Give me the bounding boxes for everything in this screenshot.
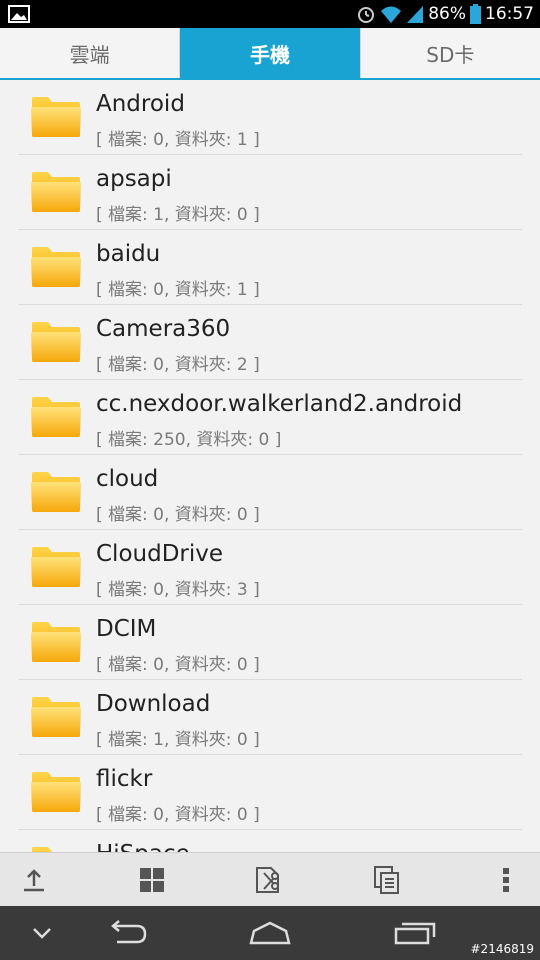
back-icon[interactable]	[104, 918, 148, 948]
list-item[interactable]: cloud [ 檔案: 0, 資料夾: 0 ]	[18, 455, 522, 530]
folder-name: Camera360	[96, 316, 231, 342]
folder-icon	[30, 320, 82, 364]
wifi-icon	[381, 6, 402, 23]
folder-icon	[30, 170, 82, 214]
clock: 16:57	[485, 4, 534, 24]
list-item[interactable]: CloudDrive [ 檔案: 0, 資料夾: 3 ]	[18, 530, 522, 605]
watermark: #2146819	[470, 942, 535, 956]
folder-meta: [ 檔案: 0, 資料夾: 0 ]	[96, 805, 260, 825]
folder-meta: [ 檔案: 0, 資料夾: 0 ]	[96, 655, 260, 675]
system-nav-bar: #2146819	[0, 906, 540, 960]
folder-meta: [ 檔案: 250, 資料夾: 0 ]	[96, 430, 282, 450]
list-item[interactable]: HiSpace	[18, 830, 522, 852]
tab-cloud[interactable]: 雲端	[0, 28, 181, 78]
folder-icon	[30, 770, 82, 814]
folder-meta: [ 檔案: 0, 資料夾: 3 ]	[96, 580, 260, 600]
folder-meta: [ 檔案: 0, 資料夾: 1 ]	[96, 130, 260, 150]
folder-name: CloudDrive	[96, 541, 224, 567]
list-item[interactable]: apsapi [ 檔案: 1, 資料夾: 0 ]	[18, 155, 522, 230]
alarm-icon	[358, 7, 375, 23]
folder-icon	[30, 695, 82, 739]
folder-name: Download	[96, 691, 211, 717]
folder-meta: [ 檔案: 1, 資料夾: 0 ]	[96, 730, 260, 750]
hide-keyboard-icon[interactable]	[28, 918, 56, 948]
list-item[interactable]: flickr [ 檔案: 0, 資料夾: 0 ]	[18, 755, 522, 830]
home-icon[interactable]	[248, 918, 292, 948]
folder-icon	[30, 395, 82, 439]
list-item[interactable]: cc.nexdoor.walkerland2.android [ 檔案: 250,…	[18, 380, 522, 455]
cut-icon[interactable]	[254, 865, 284, 895]
folder-name: cc.nexdoor.walkerland2.android	[96, 391, 463, 417]
folder-name: Android	[96, 91, 185, 117]
grid-icon[interactable]	[137, 865, 167, 895]
folder-name: DCIM	[96, 616, 157, 642]
action-toolbar	[0, 852, 540, 906]
storage-tabs: 雲端 手機 SD卡	[0, 28, 540, 80]
folder-name: flickr	[96, 766, 153, 792]
copy-icon[interactable]	[372, 865, 402, 895]
signal-icon	[407, 6, 424, 23]
list-item[interactable]: DCIM [ 檔案: 0, 資料夾: 0 ]	[18, 605, 522, 680]
tab-phone[interactable]: 手機	[180, 28, 361, 78]
status-bar: 86% 16:57	[0, 0, 540, 28]
folder-meta: [ 檔案: 0, 資料夾: 1 ]	[96, 280, 260, 300]
list-item[interactable]: Android [ 檔案: 0, 資料夾: 1 ]	[18, 80, 522, 155]
folder-name: cloud	[96, 466, 159, 492]
battery-icon	[470, 4, 481, 24]
image-icon	[8, 5, 30, 23]
upload-icon[interactable]	[19, 865, 49, 895]
folder-meta: [ 檔案: 1, 資料夾: 0 ]	[96, 205, 260, 225]
recents-icon[interactable]	[393, 918, 437, 948]
folder-icon	[30, 245, 82, 289]
folder-icon	[30, 95, 82, 139]
list-item[interactable]: Download [ 檔案: 1, 資料夾: 0 ]	[18, 680, 522, 755]
folder-meta: [ 檔案: 0, 資料夾: 2 ]	[96, 355, 260, 375]
folder-meta: [ 檔案: 0, 資料夾: 0 ]	[96, 505, 260, 525]
list-item[interactable]: baidu [ 檔案: 0, 資料夾: 1 ]	[18, 230, 522, 305]
list-item[interactable]: Camera360 [ 檔案: 0, 資料夾: 2 ]	[18, 305, 522, 380]
folder-icon	[30, 845, 82, 852]
battery-percent: 86%	[428, 4, 466, 24]
tab-sd-card[interactable]: SD卡	[361, 28, 540, 78]
folder-name: HiSpace	[96, 841, 190, 852]
overflow-menu-icon[interactable]	[491, 865, 521, 895]
folder-icon	[30, 545, 82, 589]
folder-list[interactable]: Android [ 檔案: 0, 資料夾: 1 ] apsapi [ 檔案: 1, …	[0, 80, 540, 852]
folder-icon	[30, 470, 82, 514]
folder-icon	[30, 620, 82, 664]
folder-name: baidu	[96, 241, 161, 267]
folder-name: apsapi	[96, 166, 172, 192]
